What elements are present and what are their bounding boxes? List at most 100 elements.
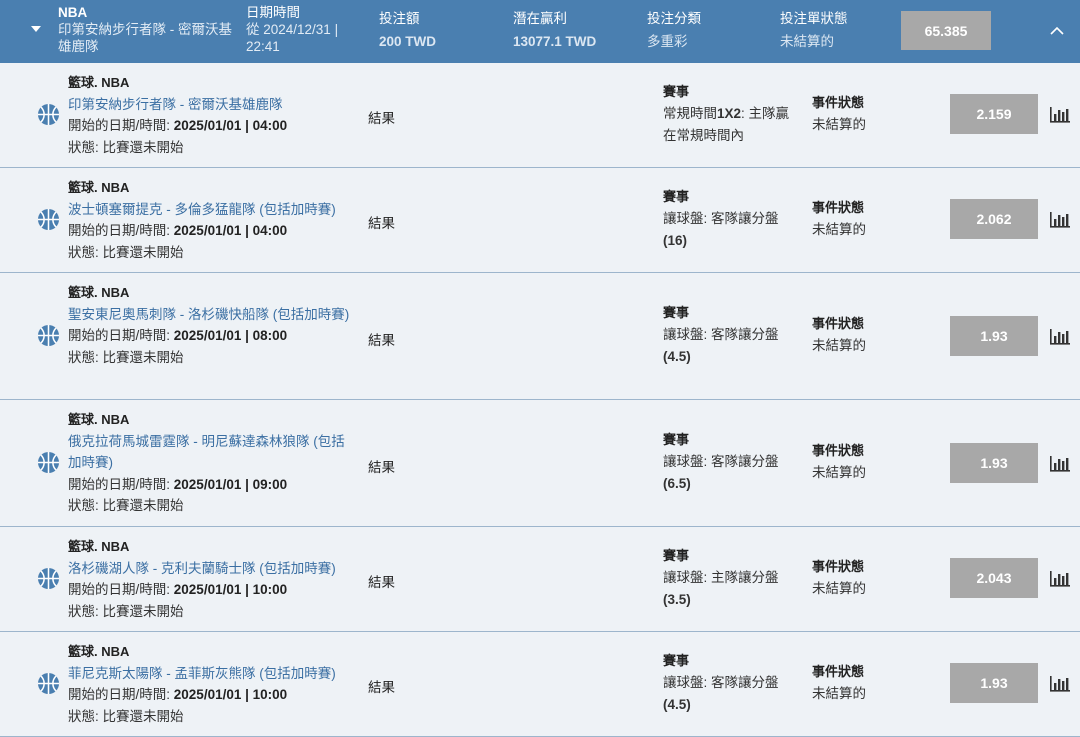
result-label: 結果 <box>368 333 395 348</box>
market-line: (4.5) <box>663 697 691 712</box>
selection-market: 賽事 讓球盤: 主隊讓分盤 (3.5) <box>663 545 793 611</box>
selection-match-link[interactable]: 印第安納步行者隊 - 密爾沃基雄鹿隊 <box>68 94 353 116</box>
start-value: 2025/01/01 | 09:00 <box>173 476 288 492</box>
market-line: (4.5) <box>663 349 691 364</box>
event-status-value: 未結算的 <box>812 338 866 353</box>
chevron-up-icon[interactable] <box>1050 24 1064 38</box>
start-value: 2025/01/01 | 10:00 <box>173 687 288 702</box>
event-status-label: 事件狀態 <box>812 95 865 110</box>
selection-status: 狀態: 比賽還未開始 <box>68 349 184 365</box>
bet-type-label: 投注分類 <box>647 11 701 26</box>
selection-match-link[interactable]: 波士頓塞爾提克 - 多倫多猛龍隊 (包括加時賽) <box>68 199 353 221</box>
header-slip-status: 投注單狀態 未結算的 <box>780 10 848 50</box>
result-label: 結果 <box>368 680 395 695</box>
header-bet-type: 投注分類 多重彩 <box>647 10 701 50</box>
selection-league: 籃球. NBA <box>68 285 130 300</box>
selection-odds: 2.159 <box>950 94 1038 134</box>
selection-match-link[interactable]: 俄克拉荷馬城雷霆隊 - 明尼蘇達森林狼隊 (包括加時賽) <box>68 431 353 474</box>
event-status-label: 事件狀態 <box>812 559 865 574</box>
caret-down-icon[interactable] <box>31 26 41 32</box>
basketball-icon <box>37 103 60 126</box>
start-label: 開始的日期/時間: <box>68 328 171 343</box>
market-text: 讓球盤: 客隊讓分盤 <box>663 454 779 469</box>
selection-row: 籃球. NBA 菲尼克斯太陽隊 - 孟菲斯灰熊隊 (包括加時賽) 開始的日期/時… <box>0 632 1080 737</box>
bar-chart-icon[interactable] <box>1049 327 1071 345</box>
header-stake: 投注額 200 TWD <box>379 10 436 50</box>
selection-start: 開始的日期/時間: 2025/01/01 | 09:00 <box>68 474 353 496</box>
header-potential: 潛在贏利 13077.1 TWD <box>513 10 596 50</box>
slip-status-value: 未結算的 <box>780 34 834 49</box>
start-label: 開始的日期/時間: <box>68 223 171 238</box>
selection-odds: 1.93 <box>950 443 1038 483</box>
selection-odds: 2.043 <box>950 558 1038 598</box>
selection-row: 籃球. NBA 印第安納步行者隊 - 密爾沃基雄鹿隊 開始的日期/時間: 202… <box>0 63 1080 168</box>
basketball-icon <box>37 324 60 347</box>
selection-row: 籃球. NBA 聖安東尼奧馬刺隊 - 洛杉磯快船隊 (包括加時賽) 開始的日期/… <box>0 273 1080 400</box>
selection-status: 狀態: 比賽還未開始 <box>68 498 184 513</box>
selection-info: 籃球. NBA 印第安納步行者隊 - 密爾沃基雄鹿隊 開始的日期/時間: 202… <box>68 72 353 158</box>
market-text: 讓球盤: 主隊讓分盤 <box>663 570 779 585</box>
total-odds: 65.385 <box>901 11 991 50</box>
market-value: 常規時間1X2: 主隊贏在常規時間內 <box>663 103 793 147</box>
header-match: 印第安納步行者隊 - 密爾沃基雄鹿隊 <box>58 22 232 54</box>
selection-market: 賽事 常規時間1X2: 主隊贏在常規時間內 <box>663 81 793 147</box>
event-status-label: 事件狀態 <box>812 200 865 215</box>
selection-match-link[interactable]: 菲尼克斯太陽隊 - 孟菲斯灰熊隊 (包括加時賽) <box>68 663 353 685</box>
selection-odds: 1.93 <box>950 316 1038 356</box>
bar-chart-icon[interactable] <box>1049 210 1071 228</box>
market-label: 賽事 <box>663 432 690 447</box>
event-status-label: 事件狀態 <box>812 443 865 458</box>
event-status-label: 事件狀態 <box>812 316 865 331</box>
event-status: 事件狀態 未結算的 <box>812 661 866 705</box>
start-label: 開始的日期/時間: <box>68 582 171 597</box>
selection-start: 開始的日期/時間: 2025/01/01 | 04:00 <box>68 115 353 137</box>
event-status-value: 未結算的 <box>812 581 866 596</box>
event-status: 事件狀態 未結算的 <box>812 313 866 357</box>
selection-row: 籃球. NBA 波士頓塞爾提克 - 多倫多猛龍隊 (包括加時賽) 開始的日期/時… <box>0 168 1080 273</box>
selection-info: 籃球. NBA 菲尼克斯太陽隊 - 孟菲斯灰熊隊 (包括加時賽) 開始的日期/時… <box>68 641 353 727</box>
header-date: 日期時間 從 2024/12/31 | 22:41 <box>246 4 366 55</box>
selection-start: 開始的日期/時間: 2025/01/01 | 10:00 <box>68 684 353 706</box>
result-label: 結果 <box>368 460 395 475</box>
selection-match-link[interactable]: 洛杉磯湖人隊 - 克利夫蘭騎士隊 (包括加時賽) <box>68 558 353 580</box>
start-label: 開始的日期/時間: <box>68 687 171 702</box>
market-label: 賽事 <box>663 189 690 204</box>
result-label: 結果 <box>368 216 395 231</box>
event-status-value: 未結算的 <box>812 222 866 237</box>
selection-league: 籃球. NBA <box>68 412 130 427</box>
selection-odds: 2.062 <box>950 199 1038 239</box>
event-status: 事件狀態 未結算的 <box>812 197 866 241</box>
selection-status: 狀態: 比賽還未開始 <box>68 603 184 619</box>
basketball-icon <box>37 672 60 695</box>
selection-status: 狀態: 比賽還未開始 <box>68 139 184 155</box>
selection-row: 籃球. NBA 俄克拉荷馬城雷霆隊 - 明尼蘇達森林狼隊 (包括加時賽) 開始的… <box>0 400 1080 527</box>
market-label: 賽事 <box>663 653 690 668</box>
event-status-value: 未結算的 <box>812 686 866 701</box>
basketball-icon <box>37 208 60 231</box>
market-value: 讓球盤: 客隊讓分盤 <box>663 324 793 346</box>
market-label: 賽事 <box>663 84 690 99</box>
selection-info: 籃球. NBA 洛杉磯湖人隊 - 克利夫蘭騎士隊 (包括加時賽) 開始的日期/時… <box>68 536 353 622</box>
start-value: 2025/01/01 | 04:00 <box>173 118 288 133</box>
bar-chart-icon[interactable] <box>1049 569 1071 587</box>
market-line: (16) <box>663 233 688 248</box>
selection-league: 籃球. NBA <box>68 180 130 195</box>
selection-info: 籃球. NBA 波士頓塞爾提克 - 多倫多猛龍隊 (包括加時賽) 開始的日期/時… <box>68 177 353 263</box>
market-code: 1X2 <box>717 106 742 121</box>
start-label: 開始的日期/時間: <box>68 118 171 133</box>
event-status: 事件狀態 未結算的 <box>812 92 866 136</box>
bar-chart-icon[interactable] <box>1049 454 1071 472</box>
potential-value: 13077.1 TWD <box>513 34 597 49</box>
selection-start: 開始的日期/時間: 2025/01/01 | 10:00 <box>68 579 353 601</box>
market-value: 讓球盤: 客隊讓分盤 <box>663 451 793 473</box>
bar-chart-icon[interactable] <box>1049 105 1071 123</box>
event-status: 事件狀態 未結算的 <box>812 556 866 600</box>
selection-match-link[interactable]: 聖安東尼奧馬刺隊 - 洛杉磯快船隊 (包括加時賽) <box>68 304 353 326</box>
bar-chart-icon[interactable] <box>1049 674 1071 692</box>
result-label: 結果 <box>368 575 395 590</box>
basketball-icon <box>37 451 60 474</box>
bet-slip-header[interactable]: NBA 印第安納步行者隊 - 密爾沃基雄鹿隊 日期時間 從 2024/12/31… <box>0 0 1080 63</box>
selection-status: 狀態: 比賽還未開始 <box>68 244 184 260</box>
market-text: 讓球盤: 客隊讓分盤 <box>663 327 779 342</box>
event-status-value: 未結算的 <box>812 465 866 480</box>
